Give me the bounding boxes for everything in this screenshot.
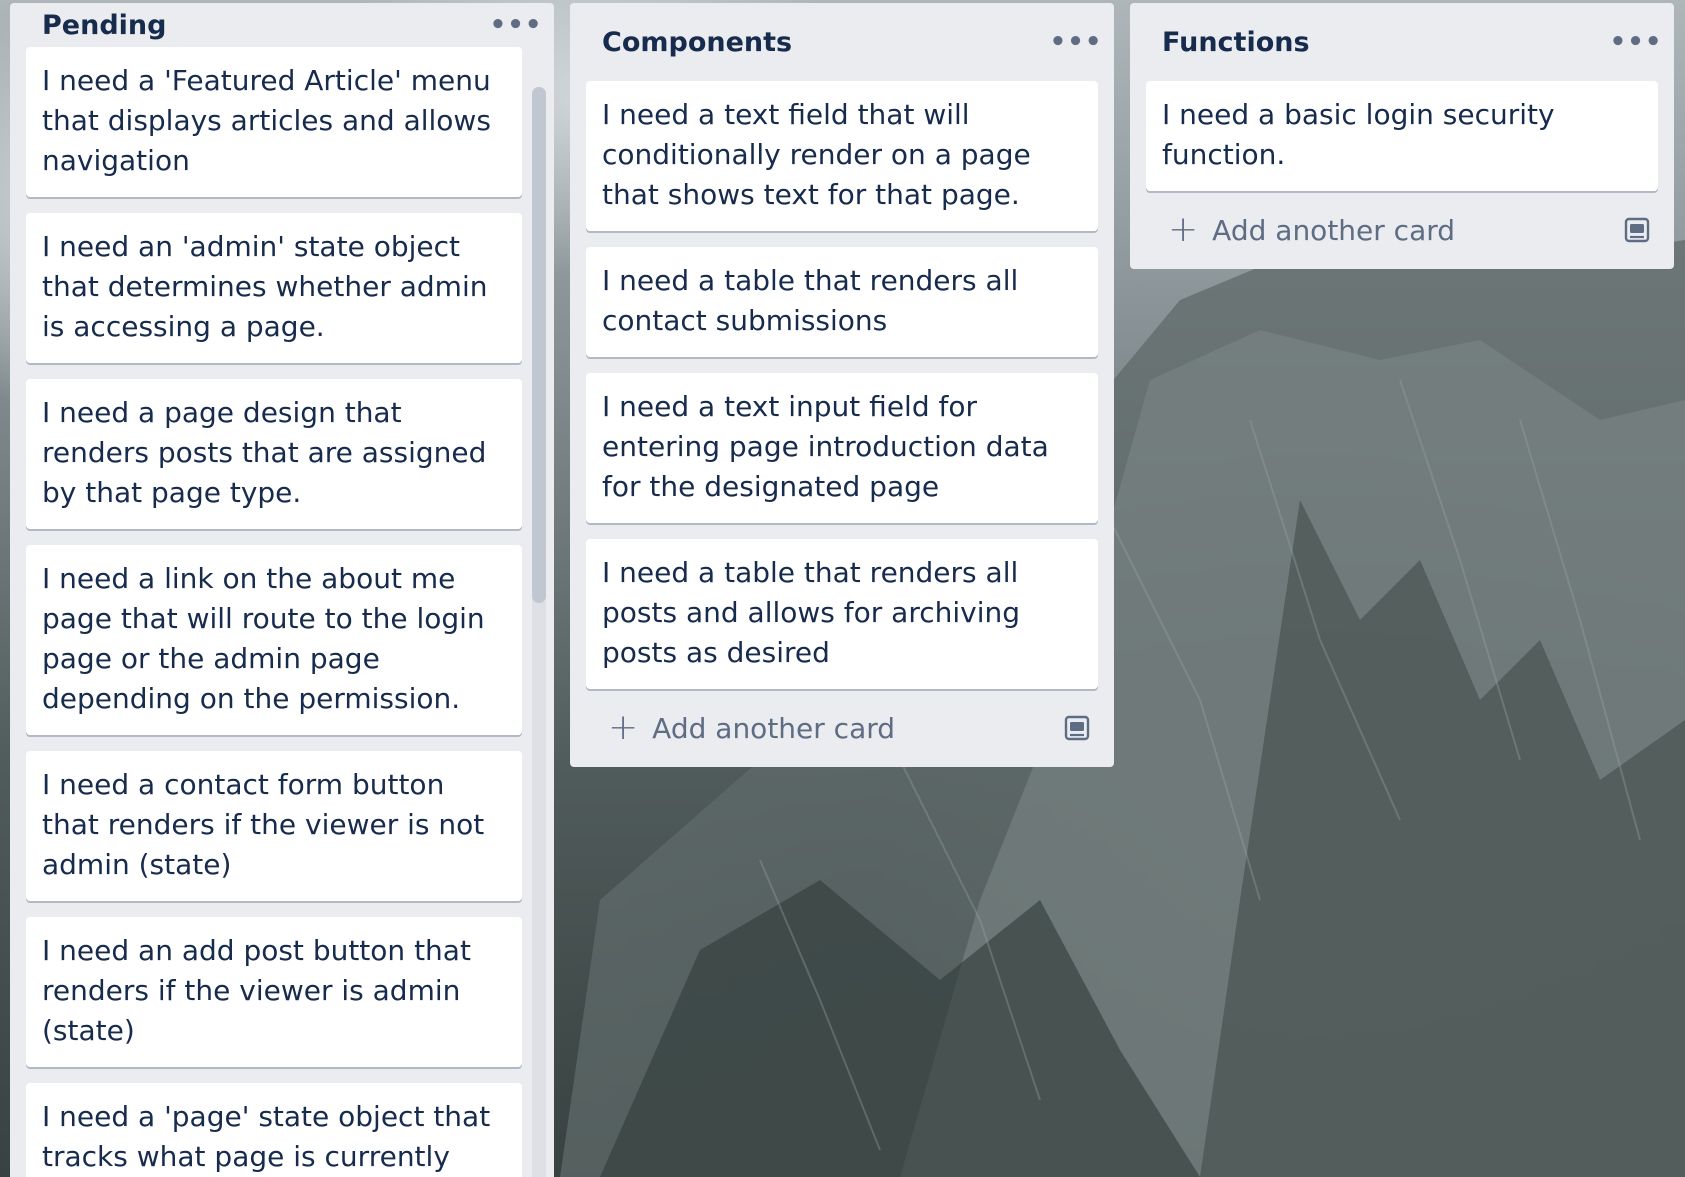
list-header: Functions ••• <box>1130 3 1674 81</box>
card-list: I need a basic login security function. <box>1130 81 1674 191</box>
card[interactable]: I need an 'admin' state object that dete… <box>26 213 522 363</box>
scrollbar-thumb[interactable] <box>532 87 546 603</box>
more-horizontal-icon[interactable]: ••• <box>1610 20 1662 64</box>
list-title[interactable]: Functions <box>1162 27 1310 58</box>
card-list: I need a 'Featured Article' menu that di… <box>10 47 554 1177</box>
list-pending: Pending ••• I need a 'Featured Article' … <box>10 3 554 1177</box>
card-list: I need a text field that will conditiona… <box>570 81 1114 689</box>
card[interactable]: I need a basic login security function. <box>1146 81 1658 191</box>
add-card-label: Add another card <box>652 711 896 745</box>
card[interactable]: I need a 'page' state object that tracks… <box>26 1083 522 1177</box>
add-card-button[interactable]: + Add another card <box>608 710 895 746</box>
add-card-label: Add another card <box>1212 213 1456 247</box>
add-card-row: + Add another card <box>1130 191 1674 269</box>
add-card-row: + Add another card <box>570 689 1114 767</box>
card[interactable]: I need a text field that will conditiona… <box>586 81 1098 231</box>
card-template-icon[interactable] <box>1062 713 1092 743</box>
list-title[interactable]: Pending <box>42 10 166 41</box>
more-horizontal-icon[interactable]: ••• <box>490 3 542 47</box>
card[interactable]: I need a contact form button that render… <box>26 751 522 901</box>
card[interactable]: I need a page design that renders posts … <box>26 379 522 529</box>
list-title[interactable]: Components <box>602 27 792 58</box>
board-canvas: Pending ••• I need a 'Featured Article' … <box>10 3 1685 1177</box>
card[interactable]: I need a table that renders all contact … <box>586 247 1098 357</box>
add-card-button[interactable]: + Add another card <box>1168 212 1455 248</box>
list-functions: Functions ••• I need a basic login secur… <box>1130 3 1674 269</box>
list-components: Components ••• I need a text field that … <box>570 3 1114 767</box>
card[interactable]: I need a table that renders all posts an… <box>586 539 1098 689</box>
card[interactable]: I need a link on the about me page that … <box>26 545 522 735</box>
list-scrollbar[interactable] <box>532 87 546 1177</box>
card[interactable]: I need an add post button that renders i… <box>26 917 522 1067</box>
card[interactable]: I need a 'Featured Article' menu that di… <box>26 47 522 197</box>
card[interactable]: I need a text input field for entering p… <box>586 373 1098 523</box>
list-header: Pending ••• <box>10 3 554 47</box>
plus-icon: + <box>608 707 639 748</box>
more-horizontal-icon[interactable]: ••• <box>1050 20 1102 64</box>
card-template-icon[interactable] <box>1622 215 1652 245</box>
plus-icon: + <box>1168 209 1199 250</box>
list-header: Components ••• <box>570 3 1114 81</box>
